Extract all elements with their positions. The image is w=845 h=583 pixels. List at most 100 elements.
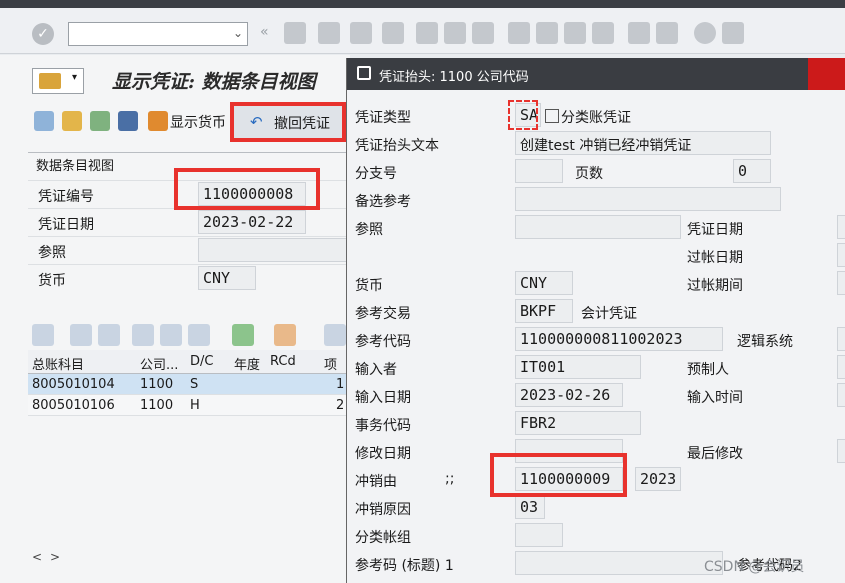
column-header-company[interactable]: 公司... [140, 354, 178, 373]
label-changed-on: 修改日期 [355, 446, 411, 462]
screen-menu-button[interactable]: ▾ [32, 68, 84, 94]
find-next-icon[interactable] [472, 22, 494, 44]
back-icon[interactable] [318, 22, 340, 44]
shortcut-icon[interactable] [656, 22, 678, 44]
currency-field[interactable]: CNY [198, 266, 256, 290]
reference-field[interactable] [515, 215, 681, 239]
ref-key-field[interactable]: 110000000811002023 [515, 327, 723, 351]
cancel-icon[interactable] [382, 22, 404, 44]
ledger-group-field[interactable] [515, 523, 563, 547]
currency-field[interactable]: CNY [515, 271, 573, 295]
previous-page-icon[interactable] [536, 22, 558, 44]
label-reversal-reason: 冲销原因 [355, 502, 411, 518]
document-display-screen: ▾ 显示凭证: 数据条目视图 显示货币 ↶ 撤回凭证 数据条目视图 凭证编号 1… [0, 55, 350, 583]
sort-ascending-icon[interactable] [70, 324, 92, 346]
doc-type-description: 分类账凭证 [561, 110, 631, 126]
cell-company: 1100 [140, 377, 174, 392]
label-entered-by: 输入者 [355, 362, 397, 378]
reversed-by-year-field[interactable]: 2023 [635, 467, 681, 491]
next-page-icon[interactable] [564, 22, 586, 44]
field-label: 货币 [38, 273, 66, 289]
posting-period-field[interactable] [837, 271, 845, 295]
reverse-document-button[interactable]: ↶ 撤回凭证 [230, 102, 346, 142]
scroll-left-icon[interactable]: < [32, 550, 42, 564]
ref-transaction-description: 会计凭证 [581, 306, 637, 322]
chevron-down-icon[interactable]: ⌄ [233, 26, 243, 40]
last-changed-field[interactable] [837, 439, 845, 463]
sort-descending-icon[interactable] [98, 324, 120, 346]
total-icon[interactable] [232, 324, 254, 346]
entry-date-field[interactable]: 2023-02-26 [515, 383, 623, 407]
find-icon[interactable] [444, 22, 466, 44]
exit-icon[interactable] [350, 22, 372, 44]
print-preview-icon[interactable] [324, 324, 346, 346]
label-pages: 页数 [575, 166, 603, 182]
window-icon [357, 66, 371, 80]
filter-icon[interactable] [188, 324, 210, 346]
parked-by-field[interactable] [837, 355, 845, 379]
column-header-item[interactable]: 项 [324, 354, 337, 373]
print-icon[interactable] [416, 22, 438, 44]
label-reference: 参照 [355, 222, 383, 238]
ref-transaction-field[interactable]: BKPF [515, 299, 573, 323]
display-currency-button[interactable]: 显示货币 [170, 112, 226, 132]
command-field[interactable]: ⌄ [68, 22, 248, 46]
field-row: 参照 [28, 236, 350, 262]
overview-icon[interactable] [90, 111, 110, 131]
hat-icon[interactable] [118, 111, 138, 131]
reversal-reason-field[interactable]: 03 [515, 495, 545, 519]
label-ref-key-head: 参考码 (标题) 1 [355, 558, 454, 574]
reference-field[interactable] [198, 238, 350, 262]
display-currency-icon[interactable] [148, 111, 168, 131]
logical-system-field[interactable] [837, 327, 845, 351]
grid-horizontal-scrollbar[interactable]: < > [28, 550, 350, 568]
save-icon[interactable] [284, 22, 306, 44]
field-row: 凭证日期 2023-02-22 [28, 208, 350, 234]
document-header-dialog: 凭证抬头: 1100 公司代码 凭证类型 SA 分类账凭证 凭证抬头文本 创建t… [346, 58, 845, 583]
label-entry-time: 输入时间 [687, 390, 743, 406]
posting-date-field[interactable] [837, 243, 845, 267]
row-ref-key: 参考代码 110000000811002023 逻辑系统 [351, 325, 845, 353]
label-posting-date: 过帐日期 [687, 250, 743, 266]
table-row[interactable]: 8005010106 1100 H 2 [28, 395, 350, 416]
copy-icon[interactable] [545, 109, 559, 123]
column-header-gl-account[interactable]: 总账科目 [32, 354, 84, 373]
entry-time-field[interactable] [837, 383, 845, 407]
column-header-dc[interactable]: D/C [190, 354, 213, 369]
change-display-icon[interactable] [34, 111, 54, 131]
enter-check-icon[interactable]: ✓ [32, 23, 54, 45]
find-next-icon[interactable] [160, 324, 182, 346]
ref-key-head-field[interactable] [515, 551, 723, 575]
find-icon[interactable] [132, 324, 154, 346]
entered-by-field[interactable]: IT001 [515, 355, 641, 379]
label-parked-by: 预制人 [687, 362, 729, 378]
row-posting-date: 过帐日期 [351, 241, 845, 269]
document-date-field[interactable]: 2023-02-22 [198, 210, 306, 234]
details-icon[interactable] [32, 324, 54, 346]
subtotal-icon[interactable] [274, 324, 296, 346]
new-session-icon[interactable] [628, 22, 650, 44]
tcode-field[interactable]: FBR2 [515, 411, 641, 435]
reverse-document-label: 撤回凭证 [274, 116, 330, 132]
document-icon[interactable] [62, 111, 82, 131]
doc-date-field[interactable] [837, 215, 845, 239]
last-page-icon[interactable] [592, 22, 614, 44]
column-header-year[interactable]: 年度 [234, 354, 260, 373]
column-header-rcd[interactable]: RCd [270, 354, 296, 369]
layout-icon[interactable] [722, 22, 744, 44]
label-posting-period: 过帐期间 [687, 278, 743, 294]
help-icon[interactable] [694, 22, 716, 44]
first-page-icon[interactable] [508, 22, 530, 44]
close-button[interactable] [808, 58, 845, 90]
branch-field[interactable] [515, 159, 563, 183]
header-text-field[interactable]: 创建test 冲销已经冲销凭证 [515, 131, 771, 155]
row-entered-by: 输入者 IT001 预制人 [351, 353, 845, 381]
label-entry-date: 输入日期 [355, 390, 411, 406]
scroll-right-icon[interactable]: > [50, 550, 60, 564]
alt-ref-field[interactable] [515, 187, 781, 211]
field-label: 凭证编号 [38, 189, 94, 205]
highlight-reversed-by [490, 453, 627, 497]
table-row[interactable]: 8005010104 1100 S 1 [28, 374, 350, 395]
label-currency: 货币 [355, 278, 383, 294]
pages-field[interactable]: 0 [733, 159, 771, 183]
